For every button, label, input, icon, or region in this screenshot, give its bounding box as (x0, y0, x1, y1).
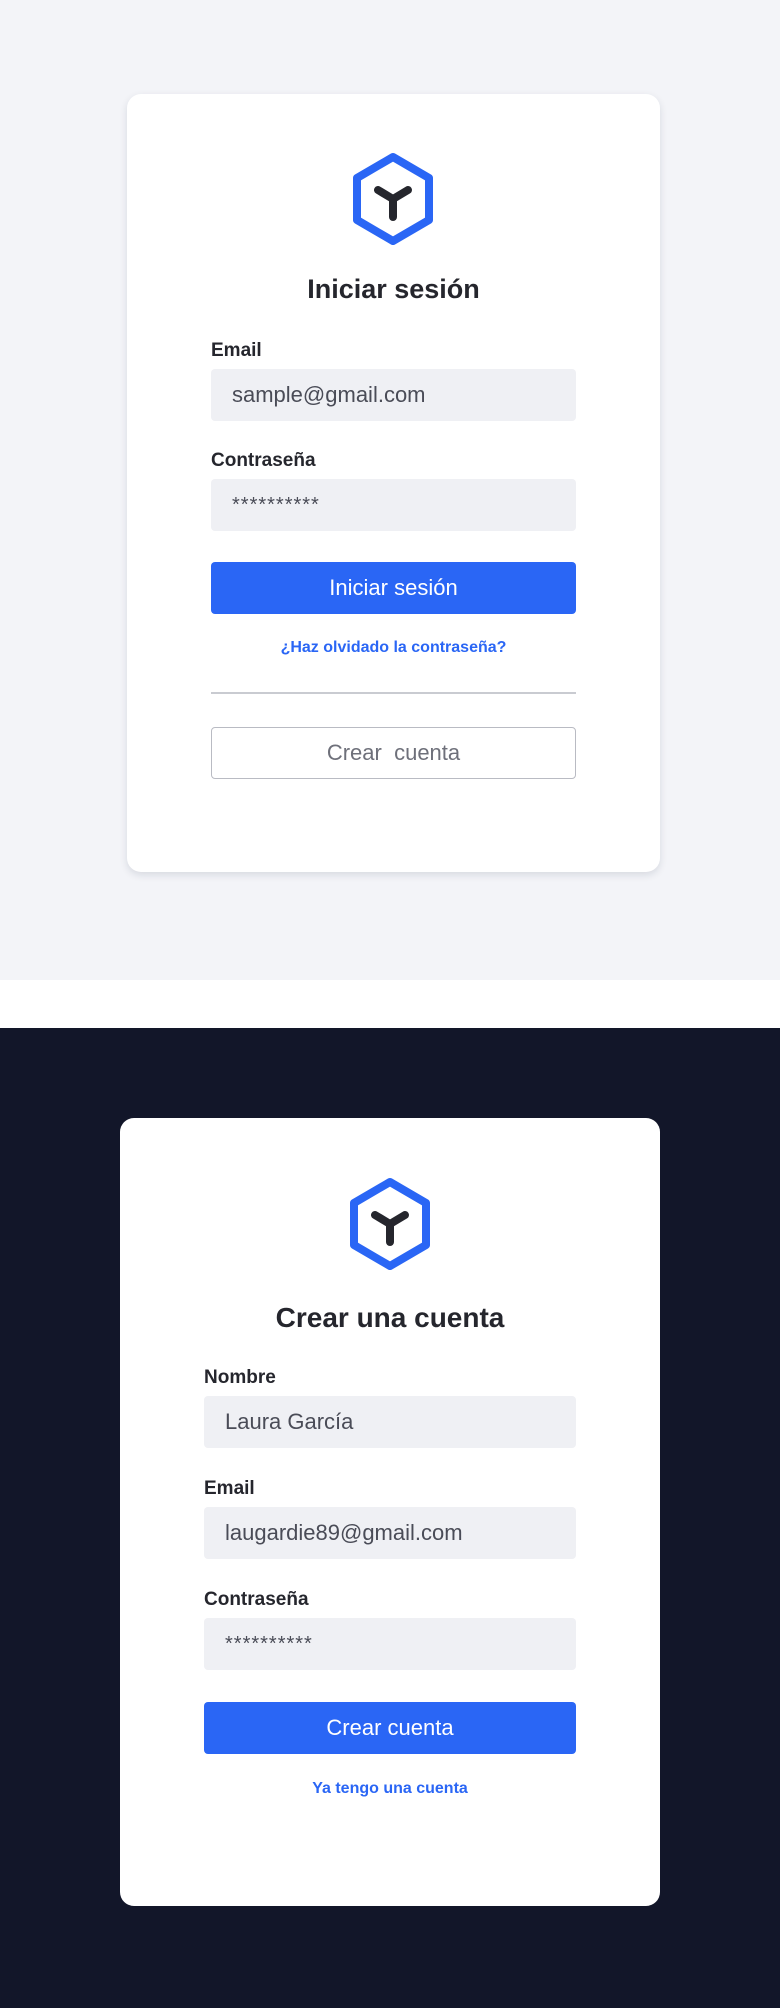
email-label: Email (211, 340, 262, 361)
hexagon-logo-icon (348, 151, 438, 247)
password-label: Contraseña (211, 450, 316, 471)
signup-title: Crear una cuenta (275, 1302, 505, 1333)
login-section: Iniciar sesión Email sample@gmail.com Co… (0, 0, 780, 980)
name-field[interactable]: Laura García (204, 1396, 576, 1448)
email-field[interactable]: sample@gmail.com (211, 369, 576, 421)
password-field[interactable]: ********** (211, 479, 576, 531)
password-label: Contraseña (204, 1589, 309, 1610)
email-label: Email (204, 1478, 255, 1499)
email-field[interactable]: laugardie89@gmail.com (204, 1507, 576, 1559)
signup-section: Crear una cuenta Nombre Laura García Ema… (0, 1028, 780, 2008)
have-account-link[interactable]: Ya tengo una cuenta (204, 1780, 576, 1798)
signup-card: Crear una cuenta Nombre Laura García Ema… (120, 1118, 660, 1906)
divider (211, 692, 576, 694)
login-title: Iniciar sesión (307, 274, 480, 304)
forgot-password-link[interactable]: ¿Haz olvidado la contraseña? (211, 639, 576, 657)
login-button[interactable]: Iniciar sesión (211, 562, 576, 614)
password-field[interactable]: ********** (204, 1618, 576, 1670)
section-gap (0, 980, 780, 1028)
create-account-button[interactable]: Crear cuenta (211, 727, 576, 779)
create-account-button[interactable]: Crear cuenta (204, 1702, 576, 1754)
login-card: Iniciar sesión Email sample@gmail.com Co… (127, 94, 660, 872)
hexagon-logo-icon (345, 1176, 435, 1272)
name-label: Nombre (204, 1367, 276, 1388)
